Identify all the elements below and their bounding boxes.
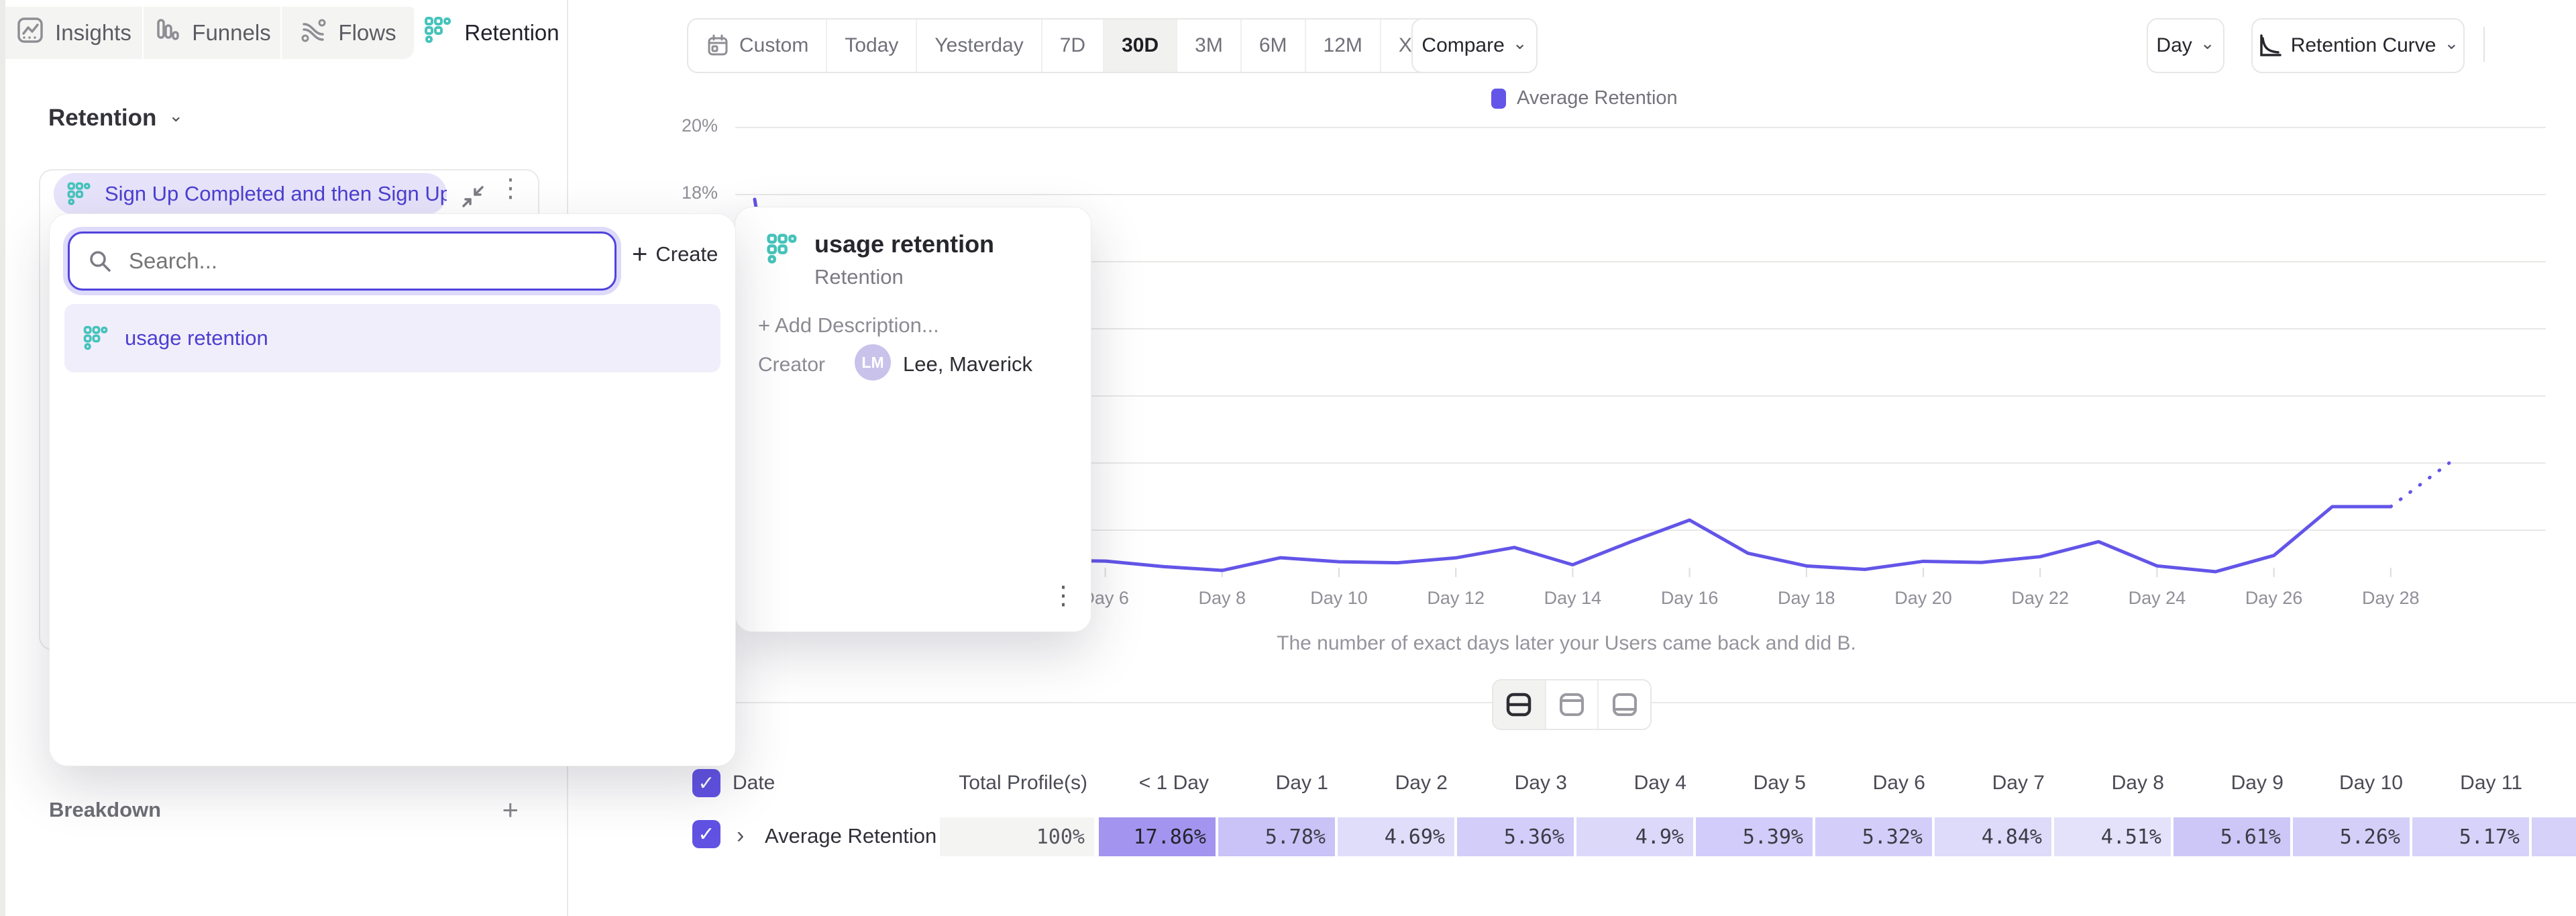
table-select-all-checkbox[interactable]: ✓ (692, 769, 720, 797)
date-range-3m[interactable]: 3M (1176, 19, 1240, 72)
chevron-down-icon: ⌄ (2445, 34, 2459, 52)
avatar: LM (855, 344, 891, 380)
layout-split-toggle[interactable] (1493, 680, 1545, 729)
date-range-7d[interactable]: 7D (1041, 19, 1103, 72)
table-cell: 5.17% (2412, 817, 2529, 856)
date-range-6m[interactable]: 6M (1240, 19, 1305, 72)
table-cell: 5.61% (2174, 817, 2290, 856)
create-button[interactable]: + Create (632, 241, 718, 268)
date-range-today[interactable]: Today (826, 19, 916, 72)
ytick-20: 20% (657, 115, 718, 136)
table-cell: 5.26% (2293, 817, 2410, 856)
date-range-yesterday[interactable]: Yesterday (916, 19, 1040, 72)
compare-label: Compare (1421, 34, 1504, 57)
date-range-label: 6M (1259, 34, 1287, 57)
add-description-link[interactable]: + Add Description... (758, 313, 939, 338)
x-axis-tick-label: Day 22 (2011, 588, 2069, 609)
granularity-label: Day (2156, 34, 2192, 57)
retention-dots-icon (82, 324, 110, 352)
x-axis-tick-label: Day 28 (2362, 588, 2420, 609)
date-range-12m[interactable]: 12M (1305, 19, 1380, 72)
x-axis-tick-label: Day 16 (1661, 588, 1719, 609)
ytick-18: 18% (657, 183, 718, 203)
x-axis-tick-label: Day 26 (2245, 588, 2303, 609)
search-icon (87, 248, 113, 274)
date-range-label: 12M (1324, 34, 1362, 57)
table-cell: 4.51% (2054, 817, 2171, 856)
chart-legend: Average Retention (1491, 87, 1678, 109)
search-input-wrap (68, 232, 616, 291)
retention-report-page: Insights Funnels Flows Retention Retenti… (0, 0, 2576, 916)
date-range-label: 30D (1122, 34, 1159, 57)
table-cell-clipped (2532, 817, 2576, 856)
popover-kebab-icon[interactable]: ⋮ (1051, 580, 1076, 611)
plus-icon: + (632, 241, 647, 268)
table-cell: 4.9% (1576, 817, 1693, 856)
retention-curve-icon (2257, 33, 2283, 58)
date-range-label: 3M (1195, 34, 1223, 57)
view-type-label: Retention Curve (2291, 34, 2436, 57)
table-cell: 5.32% (1815, 817, 1932, 856)
breakdown-label: Breakdown (49, 798, 161, 822)
x-axis-tick-label: Day 10 (1310, 588, 1368, 609)
table-header-day-11[interactable]: Day 11 (2308, 772, 2522, 795)
search-input[interactable] (127, 248, 586, 274)
date-range-label: 7D (1060, 34, 1085, 57)
create-label: Create (655, 242, 718, 266)
legend-label: Average Retention (1517, 87, 1678, 109)
search-dropdown: + Create usage retention (49, 213, 736, 766)
search-result-usage-retention[interactable]: usage retention (64, 304, 720, 372)
add-breakdown-button[interactable]: + (502, 796, 519, 824)
date-range-control: CustomTodayYesterday7D30D3M6M12MXTD⌄ (687, 18, 1482, 73)
x-axis-tick-label: Day 18 (1778, 588, 1835, 609)
calendar-icon (706, 34, 730, 58)
view-type-button[interactable]: Retention Curve ⌄ (2251, 18, 2465, 73)
table-cell: 4.69% (1338, 817, 1454, 856)
row-checkbox[interactable]: ✓ (692, 820, 720, 848)
x-axis-tick-label: Day 8 (1199, 588, 1246, 609)
compare-button[interactable]: Compare ⌄ (1411, 18, 1538, 73)
table-cell: 5.36% (1457, 817, 1574, 856)
granularity-button[interactable]: Day ⌄ (2147, 18, 2224, 73)
popover-title: usage retention (814, 230, 994, 258)
layout-chart-toggle[interactable] (1545, 680, 1599, 729)
date-range-label: Today (845, 34, 898, 57)
x-axis-tick-label: Day 24 (2129, 588, 2186, 609)
date-range-30d[interactable]: 30D (1103, 19, 1176, 72)
breakdown-header: Breakdown + (49, 796, 519, 824)
result-label: usage retention (125, 326, 268, 350)
x-axis-tick-label: Day 14 (1544, 588, 1602, 609)
x-axis-tick-label: Day 20 (1894, 588, 1952, 609)
table-cell: 4.84% (1935, 817, 2051, 856)
chevron-down-icon: ⌄ (1513, 34, 1527, 52)
chart-caption: The number of exact days later your User… (738, 632, 2395, 655)
row-expand-chevron[interactable]: › (737, 823, 744, 849)
x-axis-tick-label: Day 12 (1427, 588, 1485, 609)
table-header-date[interactable]: Date (733, 772, 867, 795)
date-range-label: Yesterday (934, 34, 1023, 57)
table-cell: 5.39% (1696, 817, 1813, 856)
report-popover: usage retention Retention + Add Descript… (735, 207, 1091, 632)
table-cell: 100% (940, 817, 1094, 856)
legend-swatch (1491, 89, 1506, 109)
row-label: Average Retention (765, 824, 936, 848)
creator-label: Creator (758, 354, 825, 376)
layout-table-toggle[interactable] (1599, 680, 1650, 729)
date-range-label: Custom (739, 34, 808, 57)
popover-subtitle: Retention (814, 265, 904, 289)
table-cell: 5.78% (1218, 817, 1335, 856)
avatar-initials: LM (861, 354, 883, 372)
table-cell: 17.86% (1099, 817, 1216, 856)
chevron-down-icon: ⌄ (2200, 34, 2215, 52)
creator-name: Lee, Maverick (903, 352, 1032, 376)
layout-toggle-group (1492, 679, 1652, 730)
toolbar-divider (2483, 27, 2485, 62)
retention-dots-icon (765, 232, 800, 270)
date-range-custom[interactable]: Custom (688, 19, 826, 72)
